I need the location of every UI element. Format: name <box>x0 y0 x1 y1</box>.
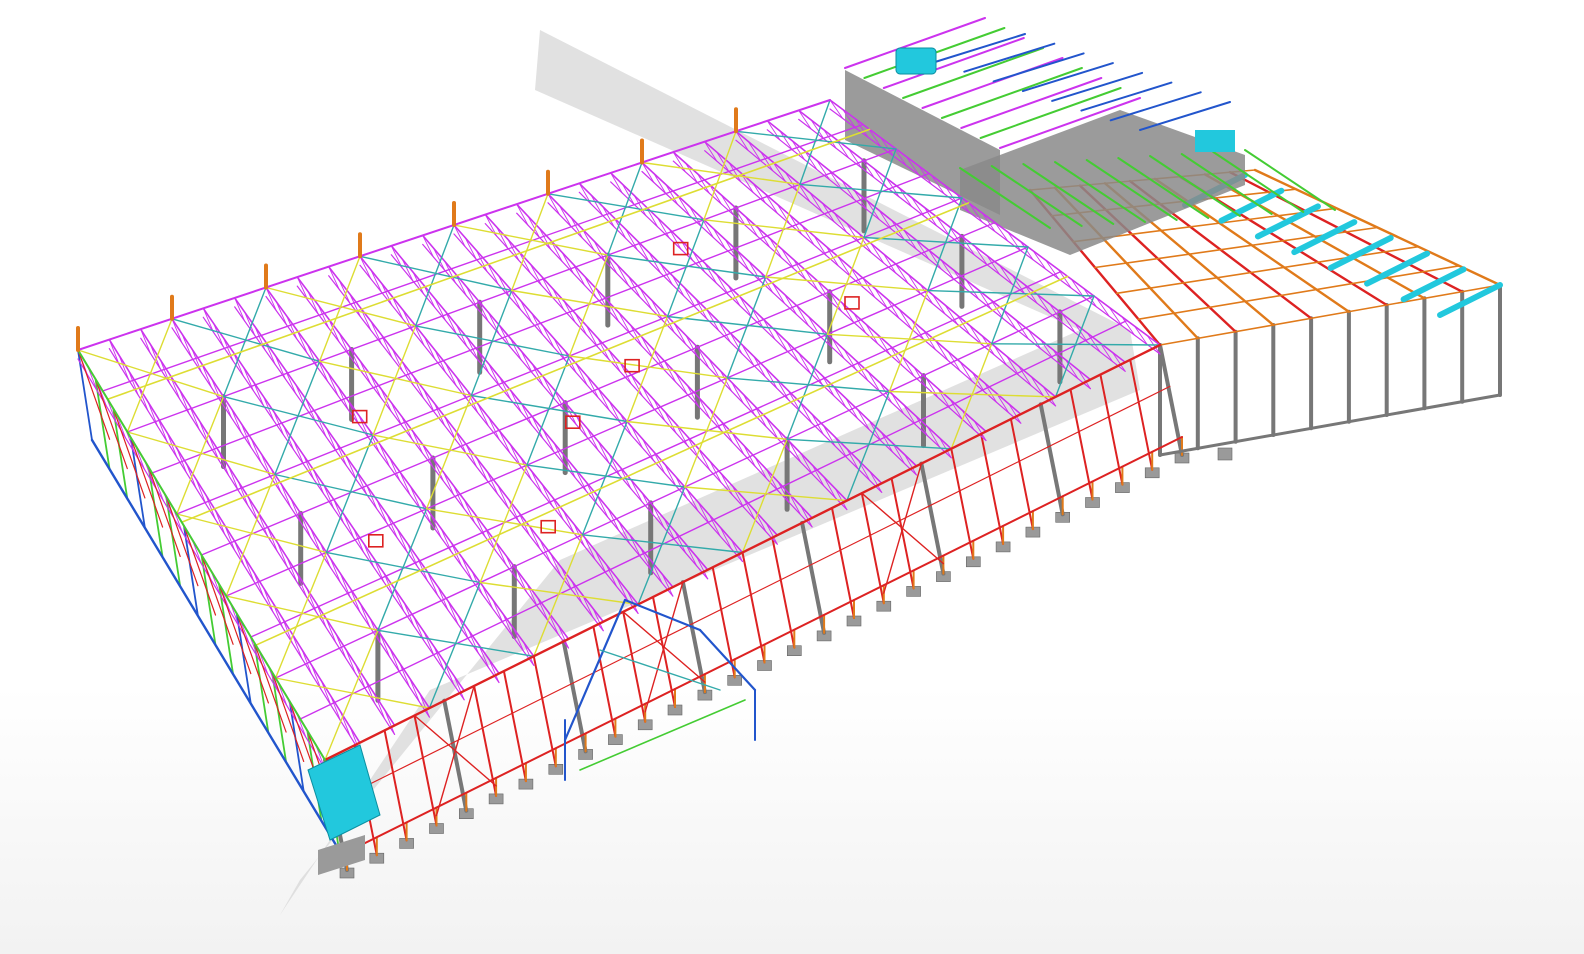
roof-truss-web <box>1032 250 1047 270</box>
entrance-girt <box>579 699 746 771</box>
roof-truss-web <box>1096 297 1110 317</box>
front-girt <box>334 385 1171 803</box>
model-viewport[interactable] <box>0 0 1584 954</box>
mezzanine-layer <box>844 17 1336 255</box>
front-eave-beam <box>323 343 1162 762</box>
rooftop-equipment-unit <box>895 47 937 75</box>
roof-truss-web <box>1007 231 1021 251</box>
left-edge-beam <box>77 349 326 761</box>
facade-x-brace <box>644 581 684 713</box>
roof-purlin <box>299 319 1128 720</box>
roof-truss-web <box>798 109 812 130</box>
roof-truss-web <box>873 168 888 188</box>
steel-structure-3d-model[interactable] <box>0 0 1584 954</box>
roof-x-brace <box>414 224 455 327</box>
annex-footing <box>1217 447 1233 461</box>
facade-x-brace <box>435 685 475 817</box>
annex-purlin <box>1159 284 1501 346</box>
roof-x-brace <box>126 318 173 433</box>
roof-truss-web <box>829 99 844 119</box>
mezzanine-equipment-unit <box>1195 130 1235 152</box>
annex-ground-beam <box>1158 393 1502 457</box>
roof-truss-web <box>898 187 913 208</box>
roof-access-frame <box>540 519 557 534</box>
left-ground-beam <box>90 438 341 852</box>
roof-access-frame <box>367 533 384 548</box>
canopy-truss <box>1291 219 1358 256</box>
